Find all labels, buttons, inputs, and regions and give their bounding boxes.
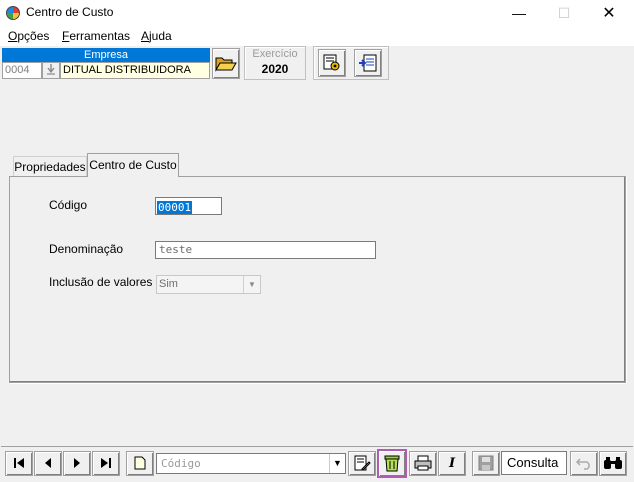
- codigo-field[interactable]: 00001: [155, 197, 222, 215]
- chevron-down-icon[interactable]: ▼: [243, 276, 260, 293]
- settings-button[interactable]: [318, 49, 346, 77]
- exercicio-label: Exercício: [252, 48, 298, 60]
- arrow-down-icon: [47, 64, 55, 75]
- edit-button[interactable]: [348, 451, 376, 476]
- last-record-button[interactable]: [92, 451, 120, 476]
- printer-icon: [414, 455, 432, 471]
- menu-ajuda[interactable]: Ajuda: [141, 29, 172, 43]
- empresa-header: Empresa: [2, 48, 210, 62]
- empresa-lookup-button[interactable]: [42, 62, 60, 79]
- maximize-button[interactable]: ☐: [541, 0, 587, 27]
- delete-button[interactable]: [377, 449, 407, 478]
- empresa-name-field: DITUAL DISTRIBUIDORA: [60, 62, 210, 79]
- save-icon: [478, 455, 494, 471]
- trash-icon: [384, 455, 400, 472]
- folder-open-icon: [215, 57, 237, 72]
- save-button[interactable]: [472, 451, 500, 476]
- denominacao-field[interactable]: teste: [155, 241, 376, 259]
- undo-icon: [575, 458, 590, 470]
- print-button[interactable]: [409, 451, 437, 476]
- last-icon: [101, 458, 111, 469]
- settings-icon: [323, 54, 340, 71]
- inclusao-label: Inclusão de valores ?: [49, 275, 163, 289]
- open-folder-button[interactable]: [212, 48, 240, 79]
- italic-button[interactable]: I: [438, 451, 466, 476]
- next-record-button[interactable]: [63, 451, 91, 476]
- window-title: Centro de Custo: [26, 5, 114, 19]
- first-record-button[interactable]: [5, 451, 33, 476]
- codigo-label: Código: [49, 198, 88, 212]
- find-button[interactable]: [599, 451, 627, 476]
- minimize-button[interactable]: —: [496, 0, 542, 27]
- inclusao-value: Sim: [159, 278, 178, 290]
- mode-status: Consulta: [501, 451, 567, 475]
- empresa-code-field[interactable]: 0004: [2, 62, 42, 79]
- previous-icon: [45, 458, 51, 469]
- tab-propriedades[interactable]: Propriedades: [13, 156, 87, 176]
- tab-centro-de-custo[interactable]: Centro de Custo: [87, 153, 179, 177]
- codigo-value: 00001: [157, 201, 193, 214]
- app-icon: [6, 6, 20, 20]
- exercicio-value: 2020: [261, 62, 289, 76]
- next-icon: [74, 458, 80, 469]
- exit-button[interactable]: [354, 49, 382, 77]
- previous-record-button[interactable]: [34, 451, 62, 476]
- exit-icon: [359, 54, 377, 72]
- menu-opcoes[interactable]: Opções: [8, 29, 49, 43]
- undo-button[interactable]: [570, 451, 598, 476]
- edit-icon: [354, 455, 371, 471]
- menu-ferramentas[interactable]: Ferramentas: [62, 29, 130, 43]
- new-record-button[interactable]: [126, 451, 154, 476]
- first-icon: [14, 458, 24, 469]
- chevron-down-icon[interactable]: ▼: [329, 454, 345, 473]
- binoculars-icon: [604, 457, 622, 470]
- search-placeholder: Código: [161, 457, 201, 470]
- close-button[interactable]: ✕: [586, 0, 632, 27]
- new-document-icon: [134, 456, 146, 470]
- denominacao-label: Denominação: [49, 242, 124, 256]
